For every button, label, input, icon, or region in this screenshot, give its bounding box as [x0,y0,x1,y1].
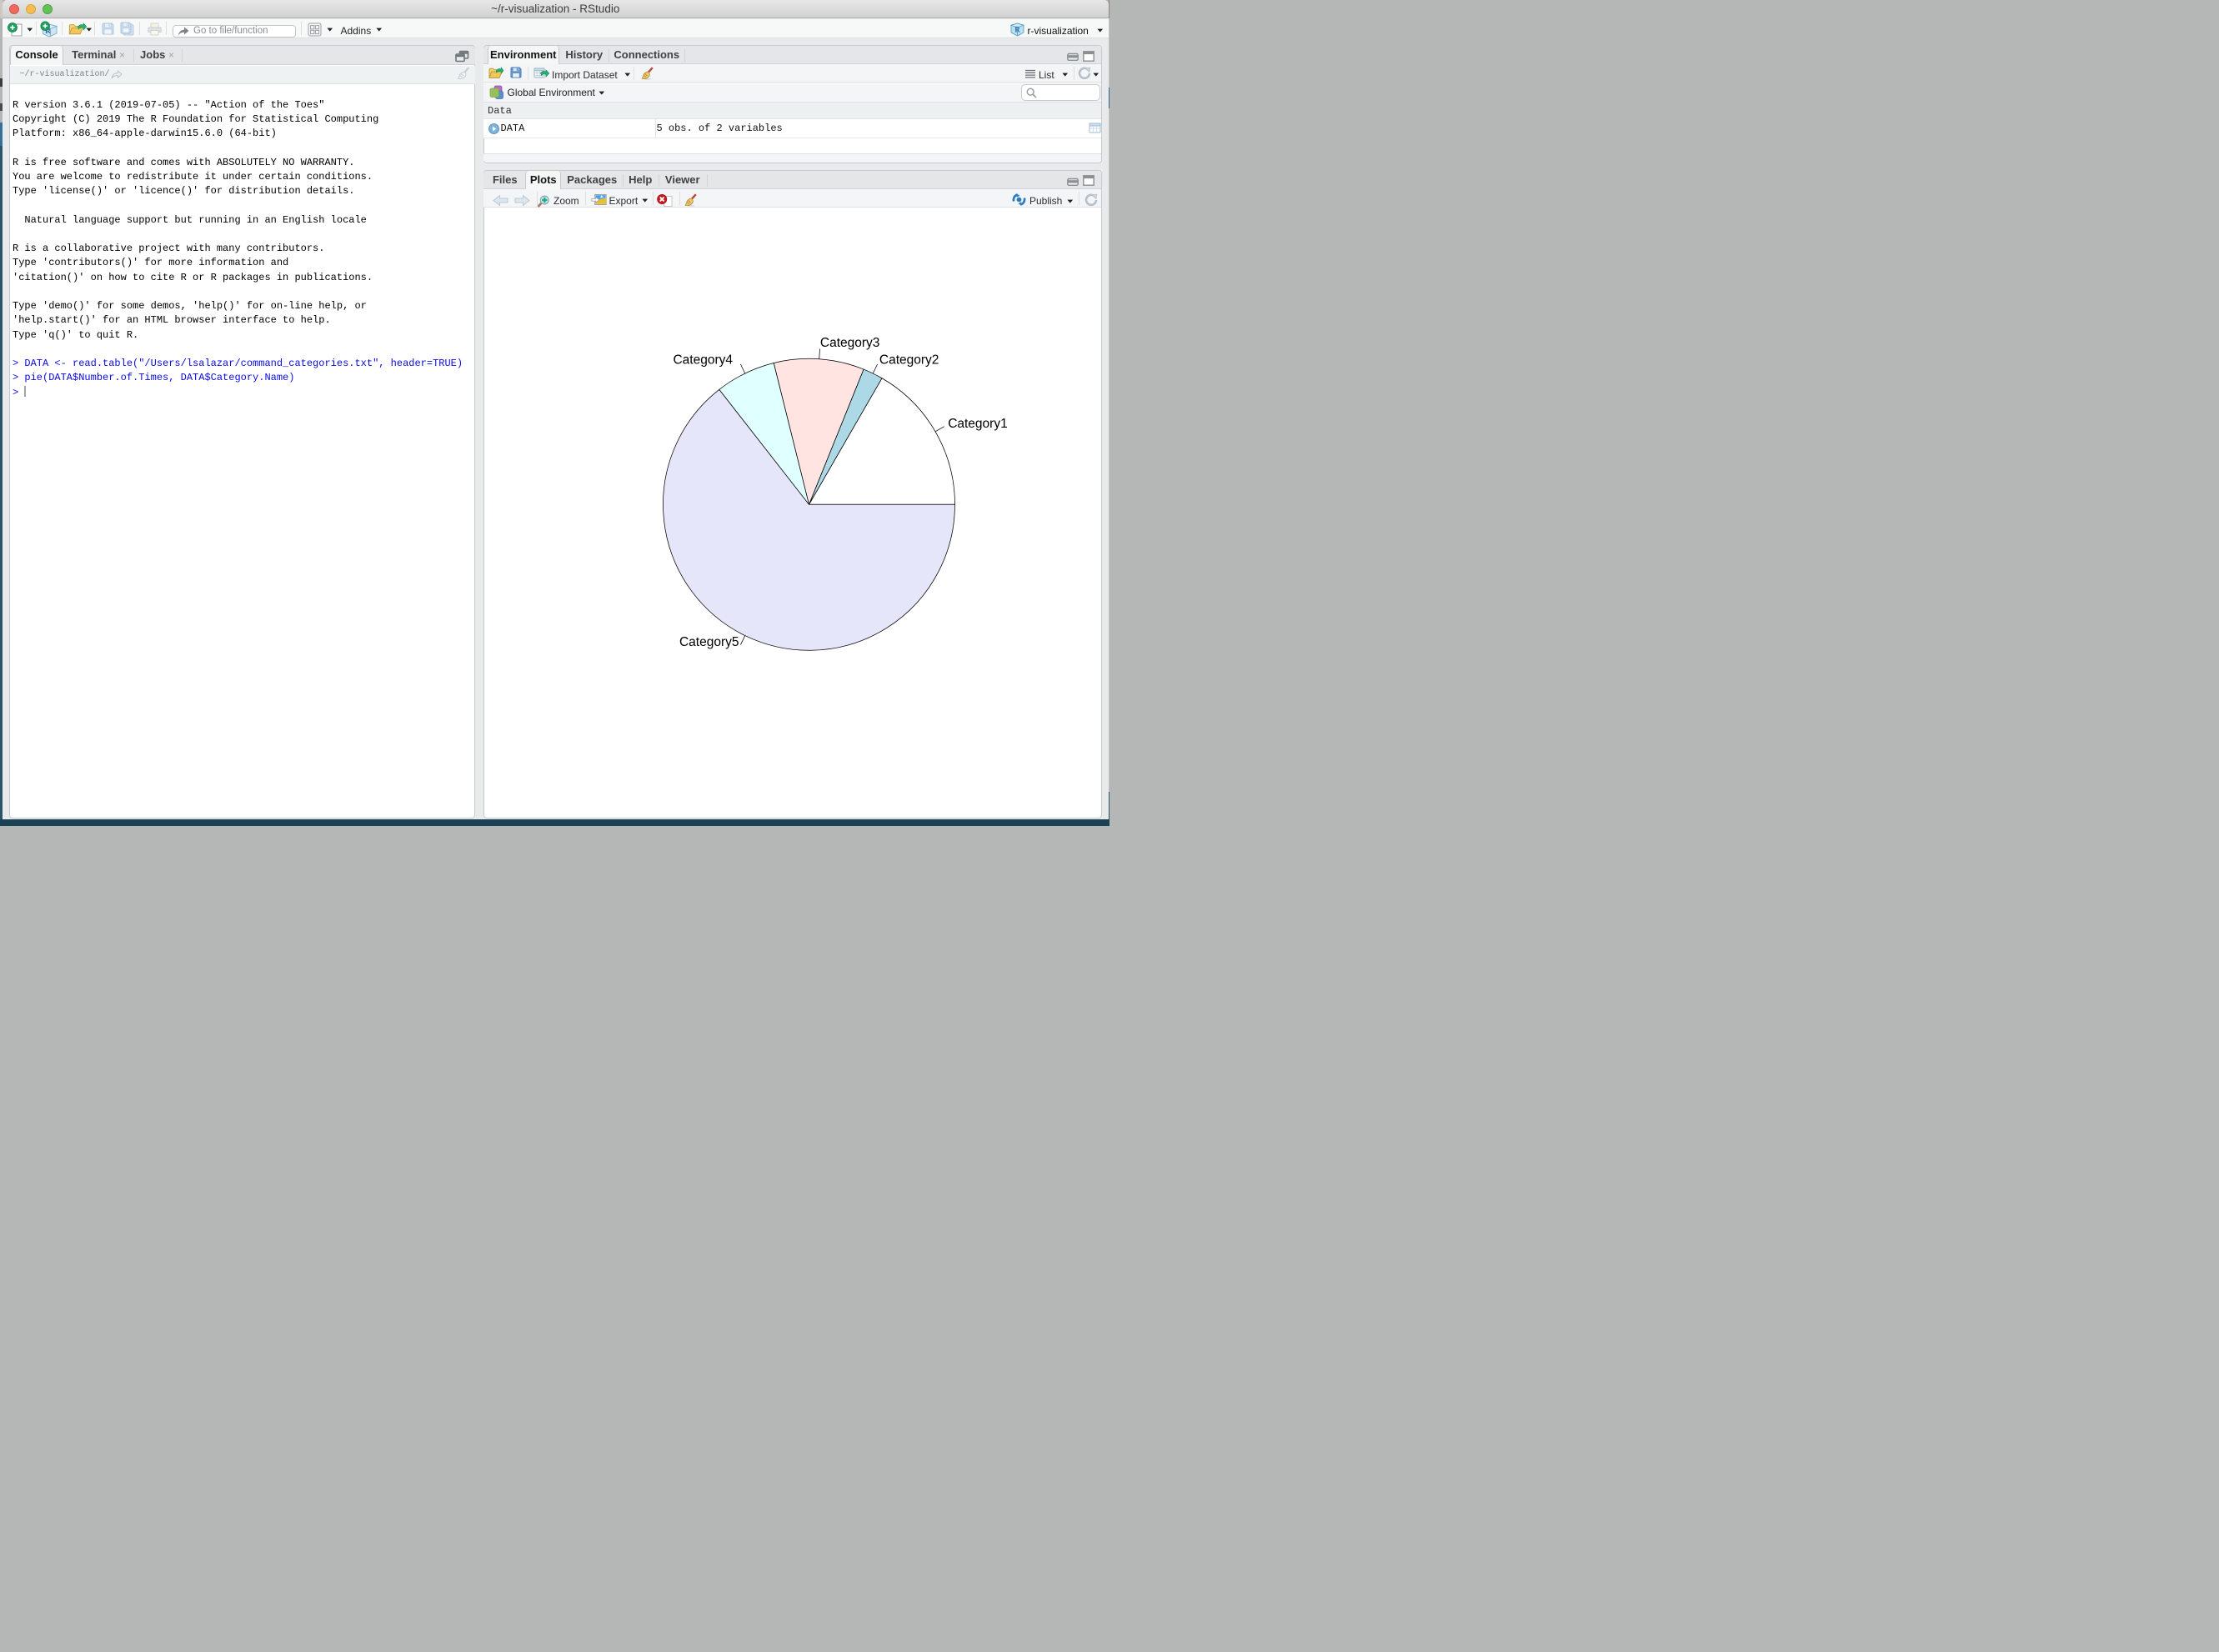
svg-text:Category4: Category4 [673,353,733,368]
svg-text:Category1: Category1 [948,417,1008,431]
svg-text:Category2: Category2 [879,353,939,368]
svg-text:Category3: Category3 [819,336,879,350]
svg-text:Category5: Category5 [679,635,739,649]
svg-text:R: R [1014,26,1020,34]
